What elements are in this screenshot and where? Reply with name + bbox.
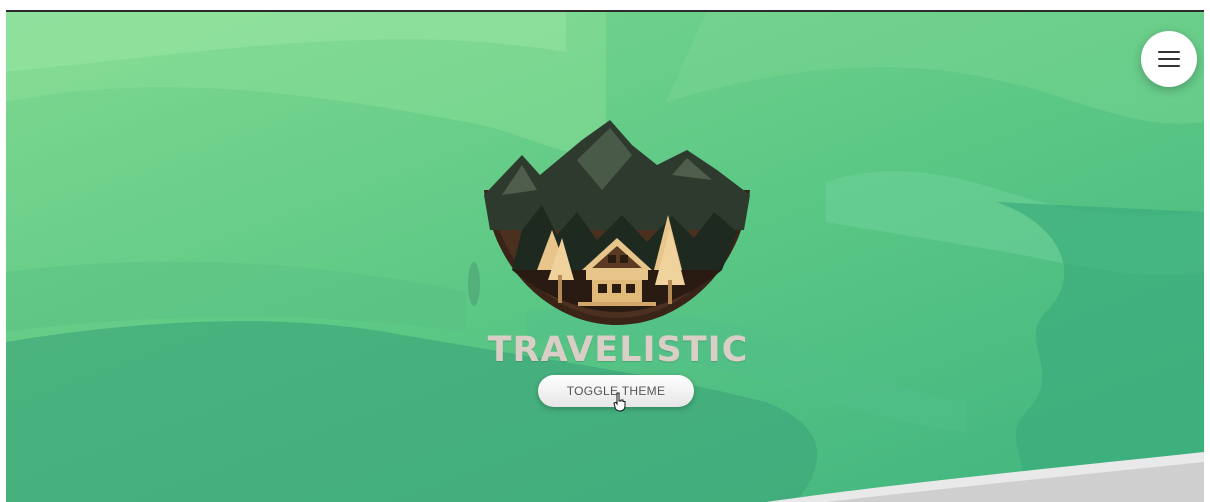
mountain-cabin-logo [484, 120, 750, 325]
hamburger-menu-icon [1158, 51, 1180, 67]
menu-button[interactable] [1141, 31, 1197, 87]
toggle-theme-button[interactable]: TOGGLE THEME [538, 375, 694, 407]
hero-section: TRAVELISTIC TOGGLE THEME [6, 12, 1204, 502]
page-frame: TRAVELISTIC TOGGLE THEME [0, 0, 1210, 502]
brand-title: TRAVELISTIC [487, 330, 749, 370]
top-border [0, 0, 1210, 12]
